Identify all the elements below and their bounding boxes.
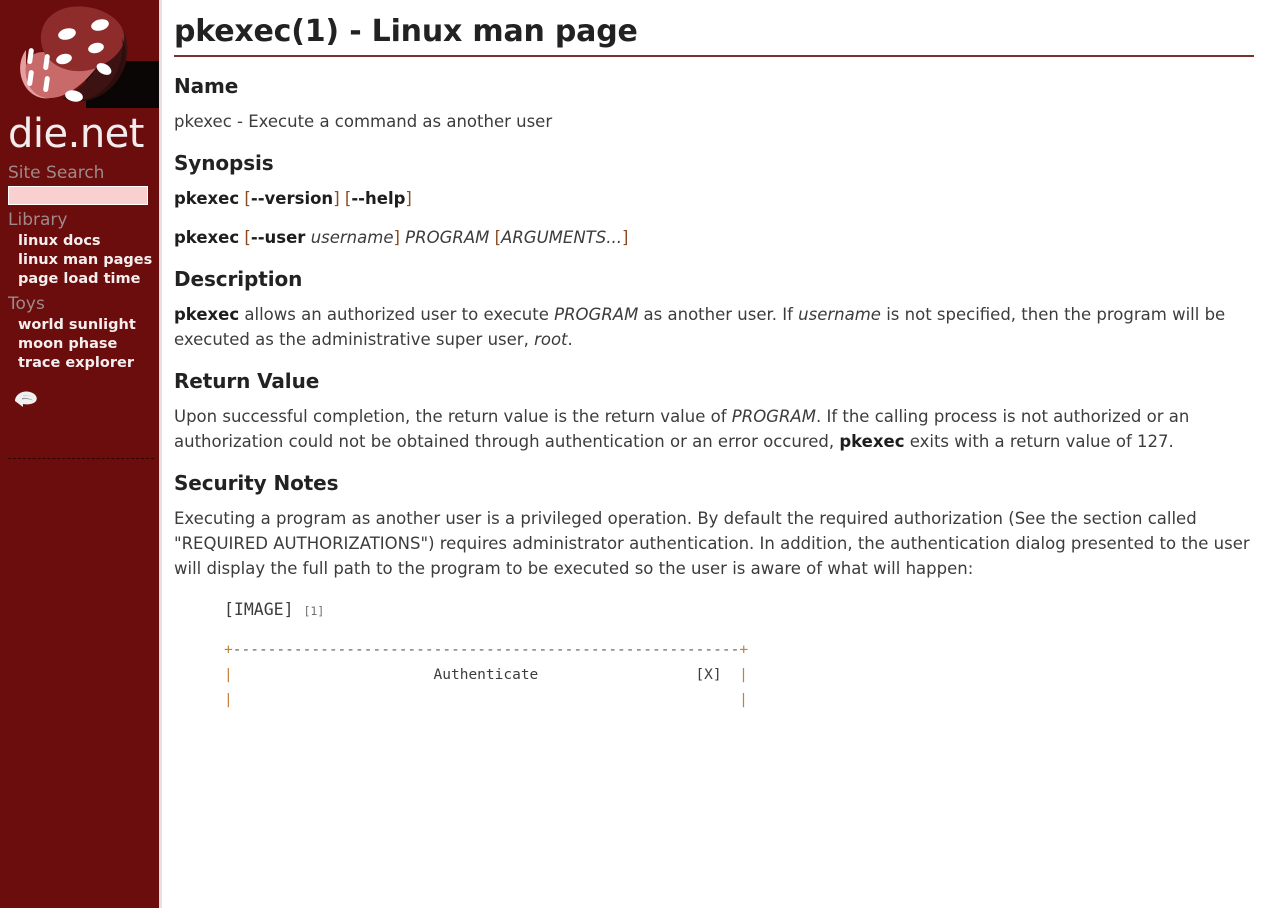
list-item: linux docs	[18, 232, 159, 251]
sidebar-section-toys: Toys world sunlight moon phase trace exp…	[0, 293, 159, 373]
man-page-root: die.net Site Search Library linux docs l…	[0, 0, 1262, 908]
sidebar: die.net Site Search Library linux docs l…	[0, 0, 162, 908]
sidebar-section-library: Library linux docs linux man pages page …	[0, 209, 159, 289]
brand-name[interactable]: die.net	[0, 112, 159, 156]
sidebar-item-linux-man-pages[interactable]: linux man pages	[18, 251, 159, 270]
site-logo[interactable]	[0, 0, 159, 118]
section-heading-security-notes: Security Notes	[174, 471, 339, 495]
sidebar-links-toys: world sunlight moon phase trace explorer	[8, 316, 159, 373]
search-input[interactable]	[8, 186, 148, 205]
section-heading-name: Name	[174, 74, 239, 98]
list-item: trace explorer	[18, 354, 159, 373]
sidebar-item-moon-phase[interactable]: moon phase	[18, 335, 159, 354]
section-body-name: pkexec - Execute a command as another us…	[174, 112, 553, 131]
dice-logo-icon	[20, 6, 128, 102]
section-body-return-value: Upon successful completion, the return v…	[174, 407, 1190, 451]
ascii-bottom-hint: | |	[224, 692, 748, 708]
ascii-top-border: +---------------------------------------…	[224, 642, 749, 658]
list-item: world sunlight	[18, 316, 159, 335]
synopsis-line-2: pkexec [--user username] PROGRAM [ARGUME…	[174, 228, 629, 247]
section-heading-description: Description	[174, 267, 303, 291]
image-placeholder-label: [IMAGE]	[224, 600, 294, 619]
footnote-link-1[interactable]: [1]	[303, 604, 324, 618]
ascii-dialog-box: +---------------------------------------…	[224, 638, 1254, 713]
sidebar-heading-toys: Toys	[8, 294, 45, 314]
rss-feed-icon[interactable]	[12, 385, 159, 413]
page-title: pkexec(1) - Linux man page	[174, 14, 1254, 57]
site-search-block: Site Search	[0, 162, 159, 205]
sidebar-links-library: linux docs linux man pages page load tim…	[8, 232, 159, 289]
section-body-security-notes: Executing a program as another user is a…	[174, 509, 1250, 578]
ascii-row: | Authenticate [X] |	[224, 667, 748, 683]
sidebar-item-world-sunlight[interactable]: world sunlight	[18, 316, 159, 335]
sidebar-item-trace-explorer[interactable]: trace explorer	[18, 354, 159, 373]
list-item: linux man pages	[18, 251, 159, 270]
list-item: moon phase	[18, 335, 159, 354]
section-heading-return-value: Return Value	[174, 369, 320, 393]
synopsis-line-1: pkexec [--version] [--help]	[174, 189, 412, 208]
section-heading-synopsis: Synopsis	[174, 151, 274, 175]
section-body-description: pkexec allows an authorized user to exec…	[174, 305, 1226, 349]
sidebar-heading-library: Library	[8, 210, 68, 230]
image-placeholder-line: [IMAGE] [1]	[224, 599, 1254, 622]
sidebar-item-page-load-time[interactable]: page load time	[18, 270, 159, 289]
list-item: page load time	[18, 270, 159, 289]
site-search-label: Site Search	[8, 163, 105, 183]
sidebar-divider	[8, 458, 154, 459]
sidebar-item-linux-docs[interactable]: linux docs	[18, 232, 159, 251]
main-content: pkexec(1) - Linux man page Name pkexec -…	[162, 0, 1262, 908]
